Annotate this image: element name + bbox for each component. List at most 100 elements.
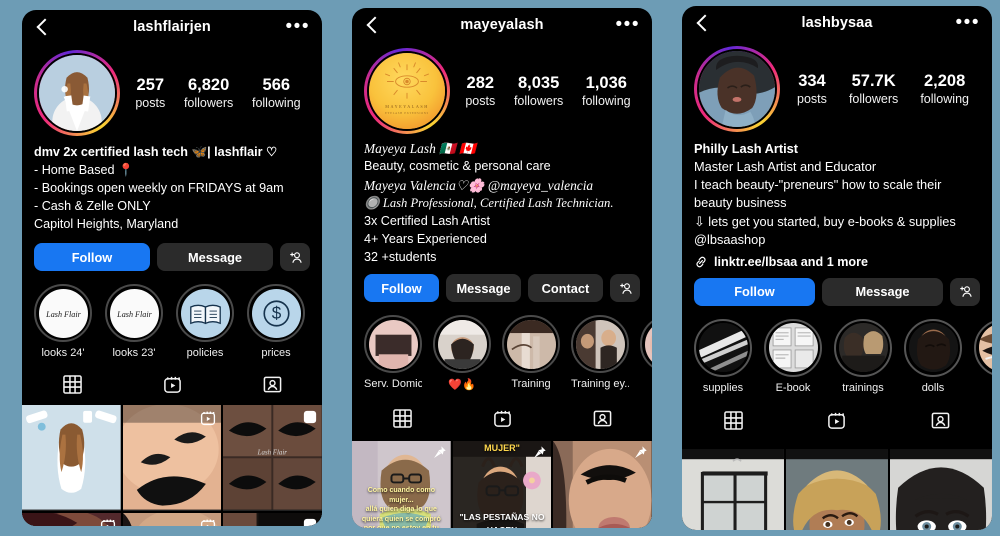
tab-reels[interactable] [163,375,182,399]
tab-reels[interactable] [827,411,846,435]
stat-following[interactable]: 566 following [252,75,301,112]
book-icon [180,288,230,338]
svg-text:$: $ [271,303,281,323]
message-button[interactable]: Message [157,243,273,272]
add-person-glyph [289,252,302,263]
grid-cell[interactable]: MUJER" "LAS PESTAÑAS NOHACEN DIFERENCIA" [452,441,552,528]
stat-followers[interactable]: 6,820 followers [184,75,233,112]
message-button[interactable]: Message [822,277,943,306]
bio-line: ⇩ lets get you started, buy e-books & su… [694,213,956,229]
chevron-left-icon[interactable] [34,18,52,36]
stat-followers[interactable]: 57.7K followers [849,71,898,108]
bio-line: - Home Based 📍 [34,162,134,177]
grid-cell[interactable]: Lash Flair [223,405,322,512]
add-person-glyph [619,283,632,294]
add-person-icon[interactable] [280,243,310,272]
grid-cell[interactable] [223,513,322,526]
svg-text:MAYEYALASH: MAYEYALASH [385,104,428,109]
tab-reels[interactable] [493,409,512,433]
link-icon [696,256,706,268]
avatar-image: MAYEYALASH EYELASH EXTENSIONS [369,53,445,129]
avatar[interactable] [34,50,120,136]
highlight-item[interactable]: trainings [834,318,892,394]
bio-line: dmv 2x certified lash tech 🦋| lashflair … [34,145,278,159]
highlight-cover [644,319,652,369]
highlight-item[interactable]: sho [974,318,992,394]
action-buttons: Follow Message Contact [352,266,652,303]
highlight-cover [978,323,992,373]
bio-line: - Bookings open weekly on FRIDAYS at 9am [34,180,284,195]
grid-cell[interactable]: Como cuando como mujer... allá quien diga… [352,441,451,528]
stat-posts[interactable]: 257 posts [135,75,165,112]
bio-text: Mayeya Lash 🇲🇽 🇨🇦 Beauty, cosmetic & per… [352,134,652,266]
carousel-badge-icon [303,410,317,429]
tab-posts[interactable] [392,409,412,433]
stat-following[interactable]: 1,036 following [582,73,631,110]
highlights-row: Lash Flair looks 24' Lash Flair looks 23… [22,271,322,359]
follow-button[interactable]: Follow [34,243,150,272]
grid-cell[interactable] [786,448,888,530]
highlight-item[interactable]: Serv. Domic... [364,315,422,391]
tab-posts[interactable] [724,411,743,435]
profile-header: MAYEYALASH EYELASH EXTENSIONS 282 posts … [352,42,652,134]
stat-following[interactable]: 2,208 following [920,71,969,108]
highlight-item[interactable]: ❤️🔥 [433,315,491,391]
highlight-item[interactable]: policies [176,284,234,359]
highlight-item[interactable]: E-book [764,318,822,394]
tab-tagged[interactable] [263,375,282,399]
stat-posts[interactable]: 282 posts [465,73,495,110]
stat-value: 1,036 [585,73,627,92]
svg-text:Lash Flair: Lash Flair [116,310,152,319]
grid-cell[interactable] [122,405,222,512]
highlight-cover [698,323,748,373]
tab-bar [352,405,652,437]
bio-line: Beauty, cosmetic & personal care [364,159,551,174]
svg-text:EYELASH EXTENSIONS: EYELASH EXTENSIONS [385,112,429,115]
chevron-left-icon[interactable] [694,14,712,32]
stat-posts[interactable]: 334 posts [797,71,827,108]
ellipsis-icon[interactable]: ••• [956,13,980,32]
highlight-item[interactable]: Lash Flair looks 23' [105,284,163,359]
highlight-item[interactable]: supplies [694,318,752,394]
highlight-label: E-book [775,381,811,394]
avatar[interactable] [694,46,780,132]
tab-tagged[interactable] [593,409,612,433]
screenshot-canvas: lashflairjen ••• 257 posts 6,820 followe… [0,0,1000,536]
grid-cell[interactable] [682,448,784,530]
grid-cell[interactable] [890,448,992,530]
add-person-icon[interactable] [610,274,640,303]
tab-tagged[interactable] [931,411,950,435]
profile-handle: lashflairjen [133,19,211,35]
highlight-item[interactable]: Lash Flair looks 24' [34,284,92,359]
contact-button[interactable]: Contact [528,274,603,303]
ellipsis-icon[interactable]: ••• [616,15,640,34]
stat-value: 334 [798,71,826,90]
bio-link[interactable]: linktr.ee/lbsaa and 1 more [682,249,992,269]
ellipsis-icon[interactable]: ••• [286,17,310,36]
chevron-left-icon[interactable] [364,16,382,34]
reel-badge-icon [100,518,116,526]
reels-icon [163,377,181,394]
grid-cell[interactable] [122,513,222,526]
highlight-item[interactable]: Cursos [640,315,652,391]
follow-button[interactable]: Follow [694,277,815,306]
grid-cell[interactable] [22,405,121,512]
stat-value: 566 [262,75,291,94]
reel-badge-icon [200,518,216,526]
message-button[interactable]: Message [446,274,521,303]
avatar[interactable]: MAYEYALASH EYELASH EXTENSIONS [364,48,450,134]
grid-cell[interactable] [22,513,121,526]
photo-grid: Lash Flair [22,405,322,526]
add-person-icon[interactable] [950,277,980,306]
highlight-item[interactable]: dolls [904,318,962,394]
highlight-item[interactable]: $ prices [247,284,305,359]
stat-followers[interactable]: 8,035 followers [514,73,563,110]
profile-header: 257 posts 6,820 followers 566 following [22,44,322,136]
follow-button[interactable]: Follow [364,274,439,303]
highlight-item[interactable]: Training ey... [571,315,629,391]
highlight-item[interactable]: Training [502,315,560,391]
grid-cell[interactable] [553,441,652,528]
bio-line: I teach beauty-"preneurs" how to scale t… [694,177,942,211]
profile-handle: mayeyalash [460,17,544,33]
tab-posts[interactable] [62,375,82,399]
